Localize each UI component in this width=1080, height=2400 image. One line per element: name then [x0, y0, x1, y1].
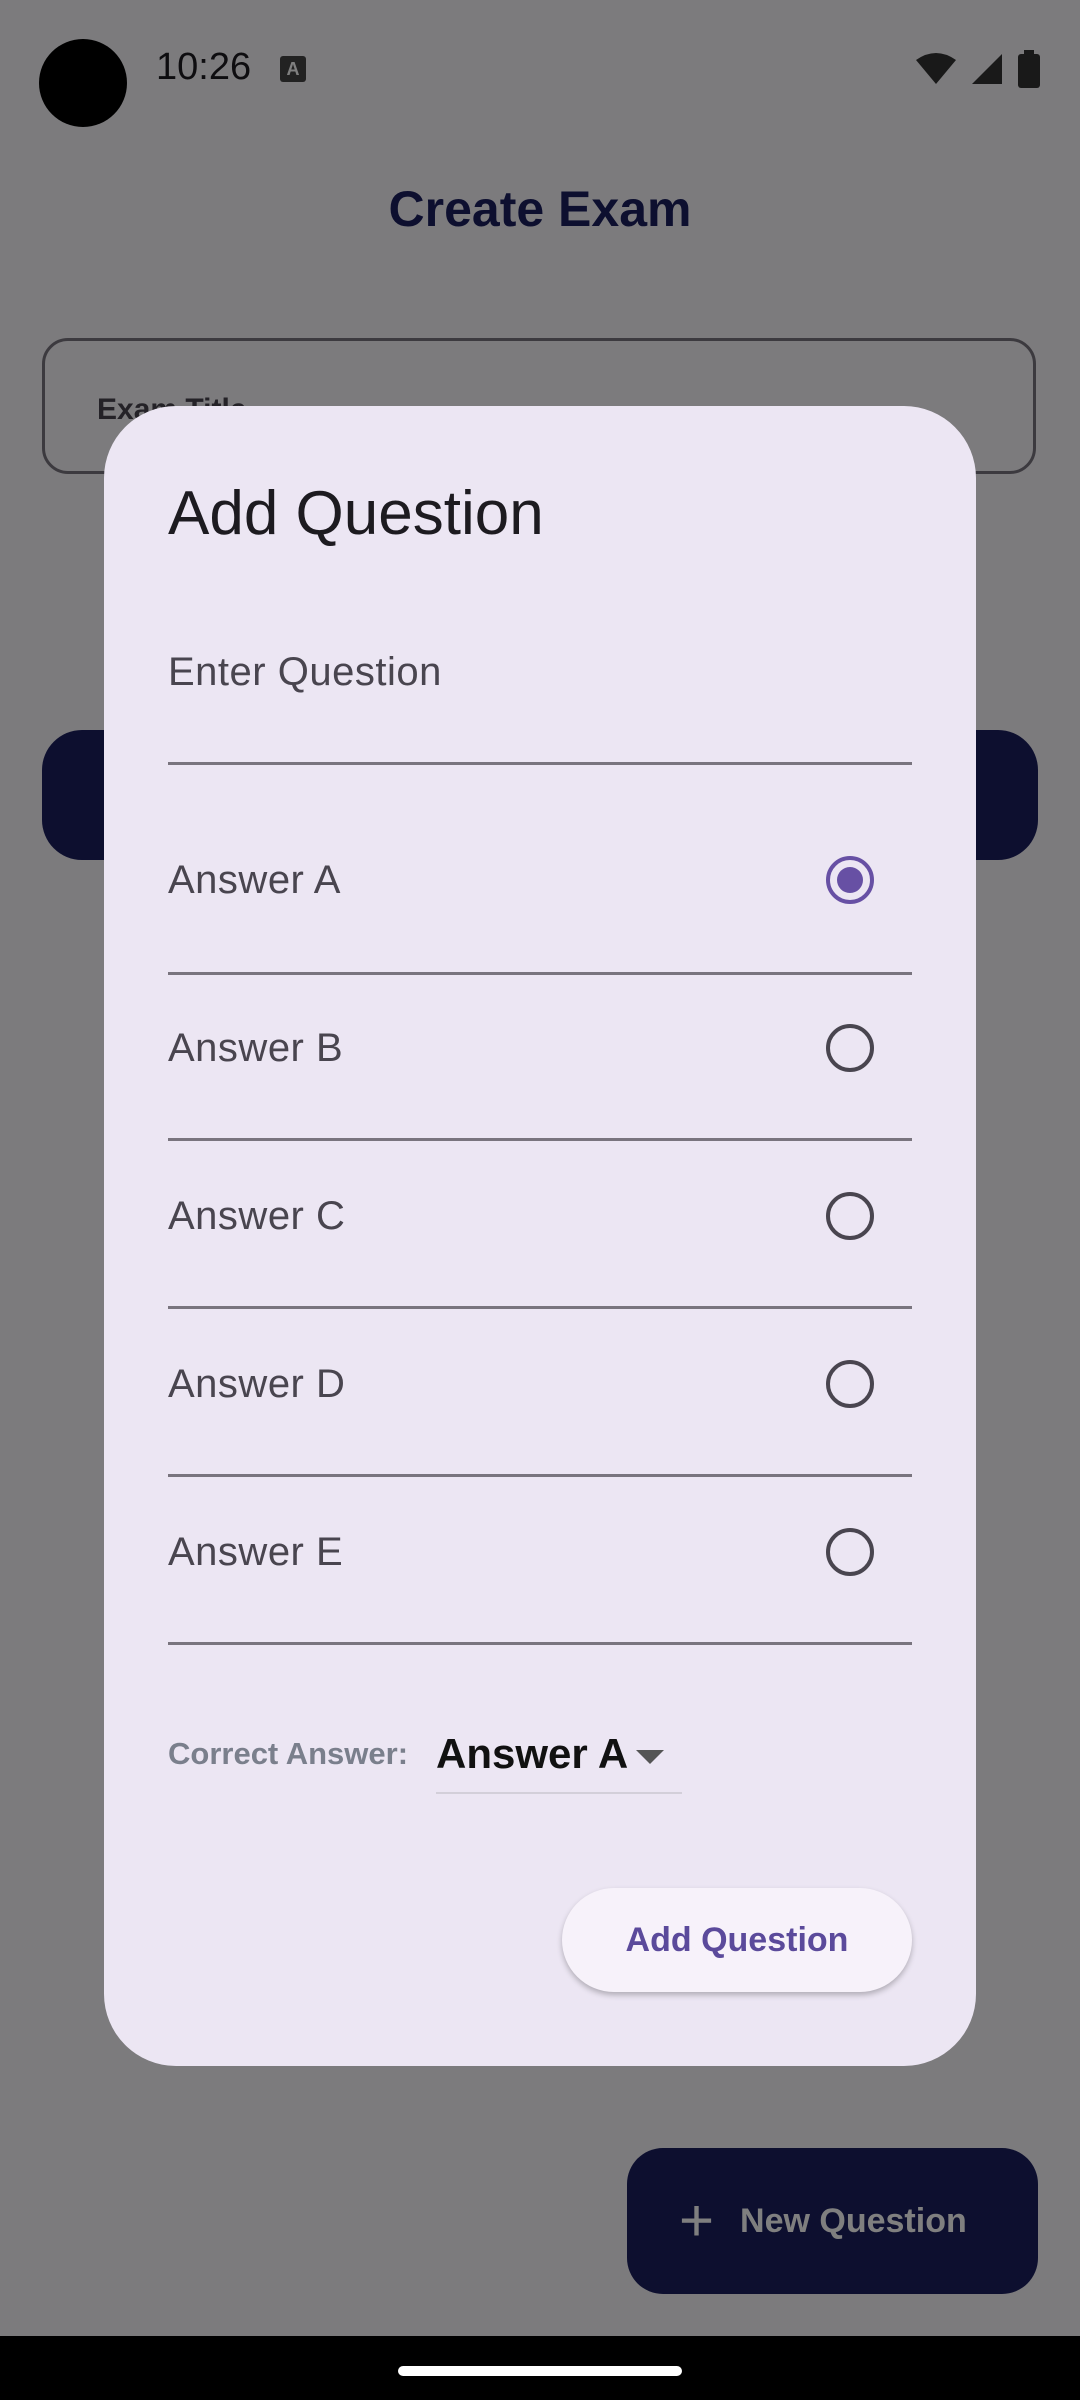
answer-e-field[interactable]: Answer E: [168, 1476, 912, 1645]
dropdown-arrow-icon: [636, 1750, 664, 1764]
answer-a-field[interactable]: Answer A: [168, 806, 912, 975]
correct-answer-label: Correct Answer:: [168, 1736, 409, 1771]
answer-c-label: Answer C: [168, 1194, 346, 1238]
home-gesture-handle[interactable]: [398, 2366, 682, 2376]
correct-answer-dropdown[interactable]: Answer A: [436, 1720, 682, 1794]
answer-a-label: Answer A: [168, 858, 341, 902]
navigation-bar: [0, 2336, 1080, 2400]
answer-a-radio[interactable]: [826, 856, 874, 904]
answer-d-radio[interactable]: [826, 1360, 874, 1408]
dialog-title: Add Question: [168, 479, 544, 548]
answer-d-label: Answer D: [168, 1362, 346, 1406]
answer-d-field[interactable]: Answer D: [168, 1308, 912, 1477]
question-placeholder: Enter Question: [168, 650, 442, 694]
answer-c-radio[interactable]: [826, 1192, 874, 1240]
question-input[interactable]: Enter Question: [168, 596, 912, 765]
answer-b-radio[interactable]: [826, 1024, 874, 1072]
answer-b-field[interactable]: Answer B: [168, 972, 912, 1141]
answer-e-radio[interactable]: [826, 1528, 874, 1576]
answer-e-label: Answer E: [168, 1530, 344, 1574]
add-question-dialog: Add Question Enter Question Answer A Ans…: [104, 406, 976, 2066]
add-question-button[interactable]: Add Question: [562, 1888, 912, 1992]
answer-c-field[interactable]: Answer C: [168, 1140, 912, 1309]
answer-b-label: Answer B: [168, 1026, 344, 1070]
correct-answer-value: Answer A: [436, 1730, 629, 1777]
